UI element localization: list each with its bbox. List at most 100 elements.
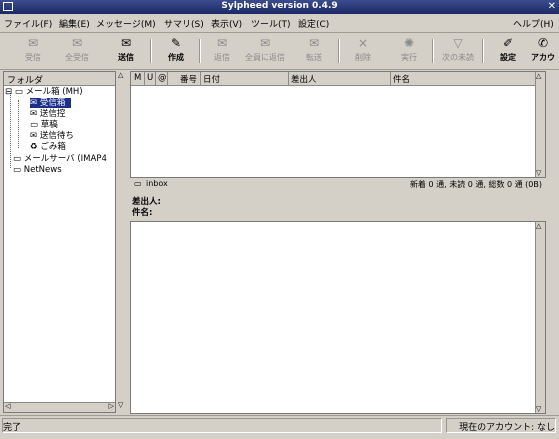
reply-all-icon: ✉: [259, 36, 271, 50]
subject-label: 件名:: [132, 208, 153, 218]
folder-icon: ▭: [30, 120, 39, 130]
menu-settings[interactable]: 設定(C): [298, 17, 329, 30]
folder-item-netnews[interactable]: ▭ NetNews: [13, 165, 62, 175]
folder-item-drafts[interactable]: ▭ 草稿: [30, 120, 58, 130]
tree-line: [10, 93, 11, 168]
toolbar: ✉ 受信 ✉ 全受信 ✉ 送信 ✎ 作成 ✉ 返信 ✉ 全員に返信 ✉ 転送 ×…: [0, 33, 559, 78]
column-divider: [288, 72, 289, 85]
window-title: Sylpheed version 0.4.9: [221, 1, 338, 11]
scroll-up-icon[interactable]: △: [536, 72, 541, 80]
message-list-header: M U @ 番号 日付 差出人 件名: [131, 72, 545, 86]
inbox-icon: ✉: [30, 98, 38, 108]
column-number[interactable]: 番号: [180, 73, 197, 85]
execute-button[interactable]: ✺ 実行: [389, 35, 429, 67]
scroll-down-icon[interactable]: ▽: [536, 169, 541, 177]
delete-button[interactable]: × 削除: [343, 35, 383, 67]
menu-tools[interactable]: ツール(T): [251, 17, 291, 30]
folder-tree[interactable]: フォルダ ⊟ ▭ メール箱 (MH) ✉ 受信箱 ✉ 送信控 ▭ 草稿 ✉ 送信…: [3, 71, 116, 413]
menu-edit[interactable]: 編集(E): [59, 17, 90, 30]
tree-line: [18, 100, 19, 148]
column-divider: [155, 72, 156, 85]
preferences-button[interactable]: ✐ 設定: [488, 35, 528, 67]
column-divider: [144, 72, 145, 85]
status-text: 完了: [3, 423, 22, 433]
reply-button[interactable]: ✉ 返信: [202, 35, 242, 67]
toolbar-separator: [432, 39, 434, 63]
send-button[interactable]: ✉ 送信: [106, 35, 146, 67]
forward-button[interactable]: ✉ 転送: [294, 35, 334, 67]
mail-send-icon: ✉: [120, 36, 132, 50]
receive-all-button[interactable]: ✉ 全受信: [57, 35, 97, 67]
toolbar-separator: [199, 39, 201, 63]
scroll-right-icon[interactable]: ▷: [109, 402, 114, 410]
account-button[interactable]: ✆ アカウ: [527, 35, 559, 67]
folder-item-mailbox[interactable]: ⊟ ▭ メール箱 (MH): [5, 87, 83, 97]
column-subject[interactable]: 件名: [393, 73, 410, 85]
scroll-down-icon[interactable]: ▽: [118, 401, 123, 409]
column-unread[interactable]: U: [147, 73, 153, 83]
reply-icon: ✉: [216, 36, 228, 50]
status-box: [2, 418, 442, 433]
next-unread-icon: ▽: [453, 36, 463, 50]
menu-summary[interactable]: サマリ(S): [164, 17, 204, 30]
pane-splitter[interactable]: △ ▽: [117, 71, 125, 413]
delete-icon: ×: [357, 36, 369, 50]
column-attachment[interactable]: @: [158, 73, 167, 83]
scroll-up-icon[interactable]: △: [536, 222, 541, 230]
title-bar: Sylpheed version 0.4.9 ✕: [0, 0, 559, 14]
folder-header[interactable]: フォルダ: [4, 72, 115, 86]
column-divider: [167, 72, 168, 85]
message-list-scrollbar[interactable]: △ ▽: [535, 72, 545, 177]
scroll-up-icon[interactable]: △: [118, 71, 123, 79]
column-mark[interactable]: M: [134, 73, 141, 83]
mail-receive-icon: ✉: [27, 36, 39, 50]
outbox-icon: ✉: [30, 109, 38, 119]
folder-item-sent[interactable]: ✉ 送信控: [30, 109, 65, 119]
folder-item-inbox[interactable]: ✉ 受信箱: [30, 98, 72, 108]
message-view-scrollbar[interactable]: △ ▽: [535, 222, 545, 413]
forward-icon: ✉: [308, 36, 320, 50]
folder-icon: ▭: [13, 154, 22, 164]
summary-status-bar: ▭ inbox 新着 0 通, 未読 0 通, 総数 0 通 (0B): [130, 178, 546, 191]
compose-button[interactable]: ✎ 作成: [156, 35, 196, 67]
menu-view[interactable]: 表示(V): [211, 17, 242, 30]
status-bar: 完了 現在のアカウント: なし: [0, 415, 559, 436]
folder-item-trash[interactable]: ♻ ごみ箱: [30, 142, 66, 152]
column-from[interactable]: 差出人: [291, 73, 317, 85]
collapse-icon[interactable]: ⊟: [5, 87, 12, 97]
menu-message[interactable]: メッセージ(M): [96, 17, 156, 30]
column-divider: [390, 72, 391, 85]
folder-icon: ▭: [14, 87, 23, 97]
toolbar-separator: [338, 39, 340, 63]
close-button[interactable]: ✕: [548, 1, 556, 12]
message-counts: 新着 0 通, 未読 0 通, 総数 0 通 (0B): [409, 180, 542, 189]
toolbar-separator: [482, 39, 484, 63]
column-divider: [200, 72, 201, 85]
current-account[interactable]: 現在のアカウント: なし: [459, 420, 555, 433]
folder-item-queue[interactable]: ✉ 送信待ち: [30, 131, 74, 141]
mail-compose-icon: ✎: [170, 36, 182, 50]
menu-bar: ファイル(F) 編集(E) メッセージ(M) サマリ(S) 表示(V) ツール(…: [0, 14, 559, 33]
next-unread-button[interactable]: ▽ 次の未読: [438, 35, 478, 67]
queue-icon: ✉: [30, 131, 38, 141]
preferences-icon: ✐: [502, 36, 514, 50]
menu-help[interactable]: ヘルプ(H): [513, 17, 554, 30]
menu-file[interactable]: ファイル(F): [4, 17, 52, 30]
folder-icon: ▭: [134, 179, 142, 188]
message-header: 差出人: 件名:: [130, 193, 546, 220]
trash-icon: ♻: [30, 142, 38, 152]
scroll-down-icon[interactable]: ▽: [536, 405, 541, 413]
receive-button[interactable]: ✉ 受信: [13, 35, 53, 67]
execute-icon: ✺: [403, 36, 415, 50]
current-folder-name: inbox: [146, 179, 168, 188]
reply-all-button[interactable]: ✉ 全員に返信: [245, 35, 285, 67]
toolbar-separator: [150, 39, 152, 63]
folder-horizontal-scrollbar[interactable]: ◁ ▷: [4, 402, 115, 412]
column-date[interactable]: 日付: [203, 73, 220, 85]
mail-receive-all-icon: ✉: [71, 36, 83, 50]
scroll-left-icon[interactable]: ◁: [5, 402, 10, 410]
folder-item-imap[interactable]: ▭ メールサーバ (IMAP4: [13, 154, 107, 164]
message-view[interactable]: △ ▽: [130, 221, 546, 414]
message-list[interactable]: M U @ 番号 日付 差出人 件名 △ ▽: [130, 71, 546, 178]
folder-icon: ▭: [13, 165, 22, 175]
